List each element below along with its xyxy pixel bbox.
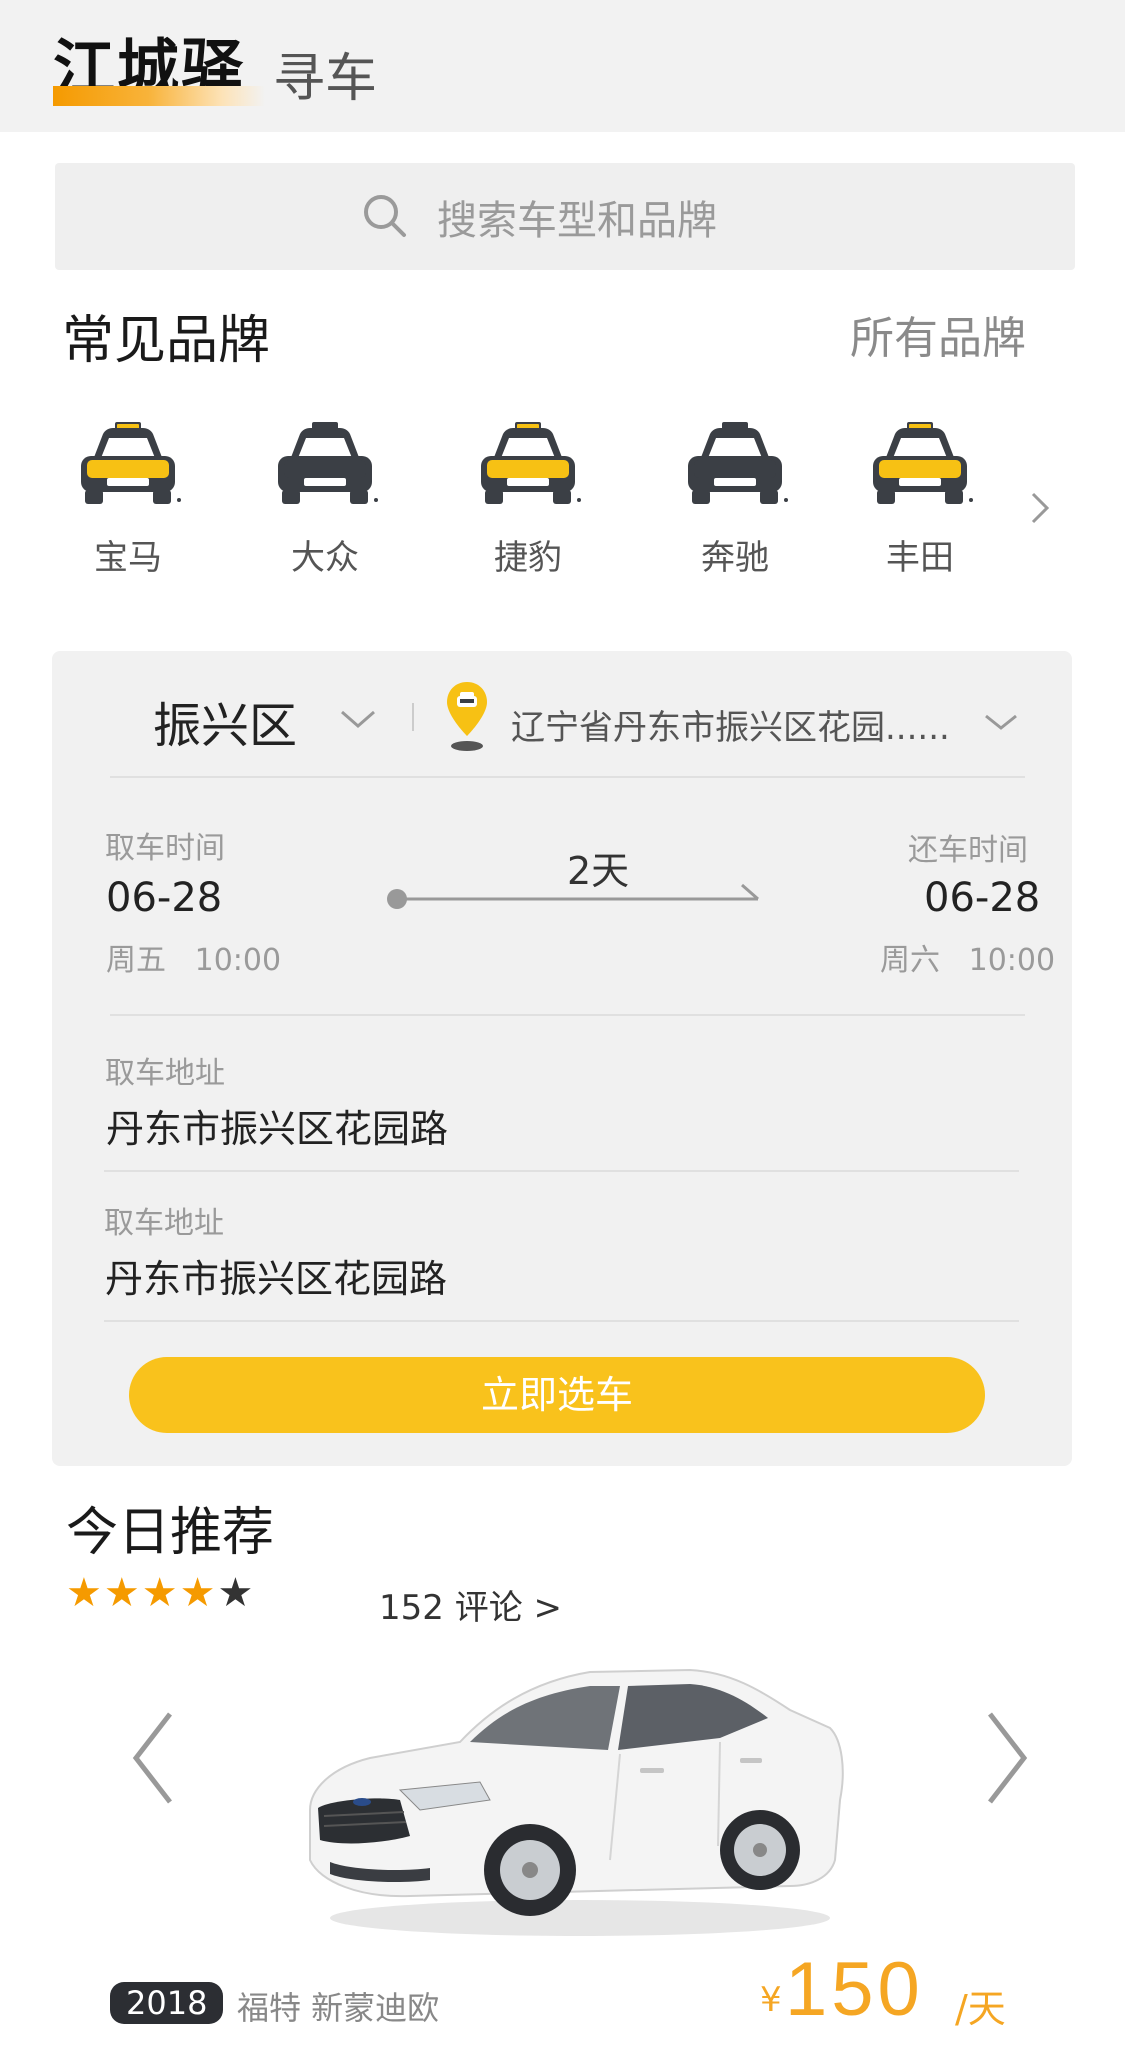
star-icon: ★ [217, 1570, 256, 1616]
logo-underline [53, 86, 265, 106]
car-model: 福特 新蒙迪欧 [237, 1989, 440, 2027]
divider [104, 1320, 1019, 1322]
currency-symbol: ¥ [760, 1980, 782, 2020]
rating-stars: ★★★★★ [66, 1570, 255, 1616]
divider [110, 776, 1025, 778]
pickup-weekday: 周五 [106, 943, 166, 978]
star-icon: ★ [103, 1570, 142, 1616]
year-badge: 2018 [110, 1982, 224, 2024]
car-price: 150 [785, 1947, 924, 2032]
star-icon: ★ [179, 1570, 218, 1616]
star-icon: ★ [66, 1570, 104, 1616]
divider [412, 703, 414, 731]
select-car-button[interactable]: 立即选车 [129, 1357, 985, 1433]
search-input[interactable]: 搜索车型和品牌 [437, 188, 717, 246]
brand-item[interactable]: 捷豹 [463, 420, 593, 579]
brand-label: 大众 [291, 538, 359, 578]
address-select[interactable]: 辽宁省丹东市振兴区花园...... [511, 700, 950, 749]
search-icon [364, 195, 406, 237]
brands-title: 常见品牌 [62, 311, 271, 371]
pickup-time: 10:00 [194, 943, 282, 978]
recommend-title: 今日推荐 [66, 1503, 275, 1563]
return-weekday-time[interactable]: 周六 10:00 [880, 935, 1055, 979]
brand-item[interactable]: 丰田 [855, 420, 985, 579]
all-brands-link[interactable]: 所有品牌 [850, 302, 1026, 366]
taxi-icon [278, 422, 378, 504]
brand-label: 捷豹 [494, 538, 562, 578]
pickup-date[interactable]: 06-28 [106, 875, 222, 921]
chevron-right-icon[interactable] [1025, 488, 1057, 528]
taxi-icon [873, 422, 973, 504]
chevron-down-icon[interactable] [338, 708, 378, 730]
taxi-icon [81, 422, 181, 504]
taxi-icon [481, 422, 581, 504]
brand-label: 丰田 [886, 538, 954, 578]
return-time-label: 还车时间 [908, 833, 1028, 868]
location-pin-icon [447, 682, 487, 751]
return-address-label: 取车地址 [104, 1206, 224, 1241]
chevron-down-icon[interactable] [982, 712, 1020, 732]
pickup-weekday-time[interactable]: 周五 10:00 [106, 935, 281, 979]
brand-item[interactable]: 宝马 [63, 420, 193, 579]
taxi-icon [688, 422, 788, 504]
district-select[interactable]: 振兴区 [153, 686, 297, 756]
brand-label: 宝马 [94, 538, 162, 578]
divider [104, 1170, 1019, 1172]
car-image [309, 1668, 844, 1936]
chevron-right-icon[interactable] [982, 1708, 1032, 1808]
chevron-left-icon[interactable] [128, 1708, 178, 1808]
page-title: 寻车 [273, 49, 378, 109]
return-date[interactable]: 06-28 [924, 875, 1040, 921]
brand-item[interactable]: 大众 [260, 420, 390, 579]
duration-arrow [387, 883, 759, 909]
brand-item[interactable]: 奔驰 [670, 420, 800, 579]
return-time: 10:00 [968, 943, 1056, 978]
brand-label: 奔驰 [701, 538, 769, 578]
pickup-address-label: 取车地址 [105, 1056, 225, 1091]
pickup-address-field[interactable]: 丹东市振兴区花园路 [106, 1098, 448, 1153]
price-unit: /天 [955, 1987, 1006, 2031]
divider [110, 1014, 1025, 1016]
pickup-time-label: 取车时间 [105, 831, 225, 866]
reviews-link[interactable]: 152 评论 > [379, 1580, 562, 1629]
return-address-field[interactable]: 丹东市振兴区花园路 [105, 1248, 447, 1303]
star-icon: ★ [141, 1570, 180, 1616]
return-weekday: 周六 [880, 943, 940, 978]
